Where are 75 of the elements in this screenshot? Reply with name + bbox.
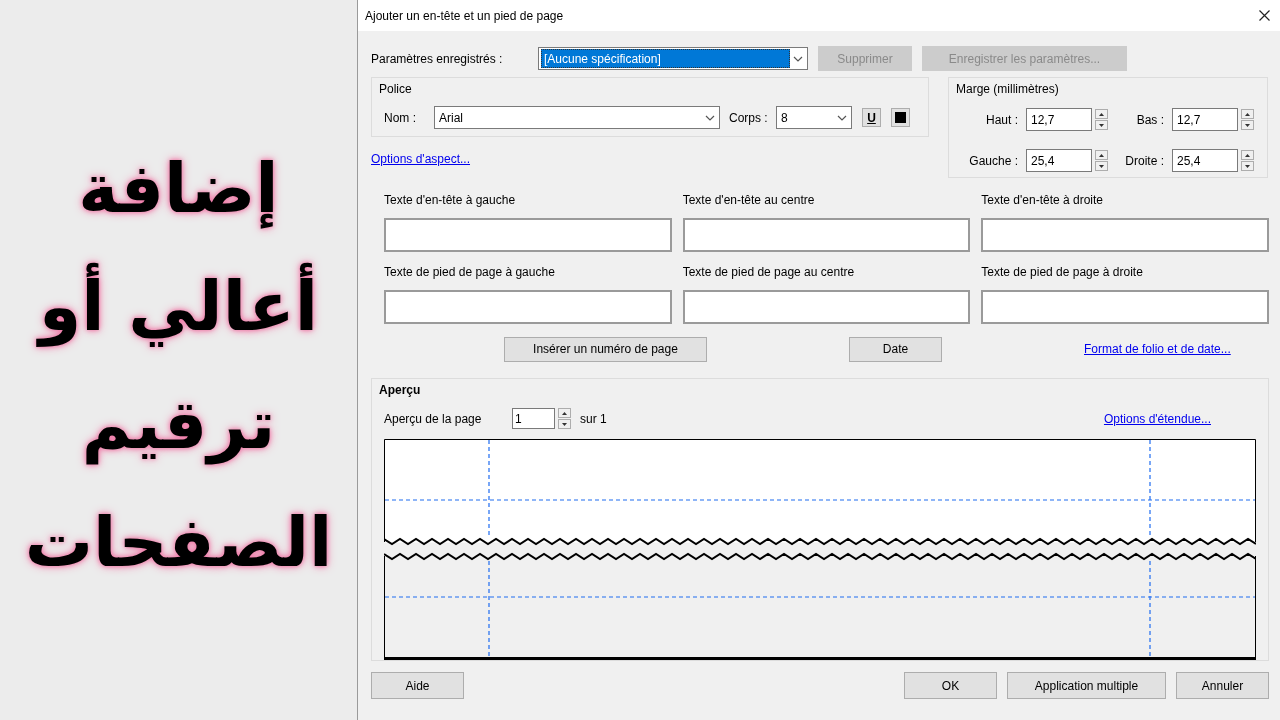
triangle-down-icon (562, 422, 567, 426)
field-label: Texte d'en-tête à gauche (384, 192, 517, 209)
triangle-down-icon (1245, 164, 1250, 168)
dropdown-value: Arial (439, 109, 464, 127)
text-input[interactable] (384, 218, 672, 252)
spin-down-button[interactable] (1241, 161, 1254, 171)
field-label: Texte de pied de page à droite (981, 264, 1144, 281)
dropdown-value: [Aucune spécification] (541, 49, 790, 68)
dialog-button[interactable]: Aide (371, 672, 464, 699)
text-input[interactable] (981, 290, 1269, 324)
font-name-dropdown[interactable]: Arial (434, 106, 720, 129)
dialog-button[interactable]: Application multiple (1007, 672, 1166, 699)
text-input[interactable] (682, 290, 971, 324)
text-input[interactable] (384, 290, 672, 324)
page-count-text: sur 1 (580, 410, 607, 428)
field-label: Paramètres enregistrés : (371, 50, 504, 68)
margin-label: Droite : (1124, 152, 1165, 170)
text-input[interactable] (981, 218, 1269, 252)
spin-down-button[interactable] (558, 419, 571, 429)
margin-input[interactable]: 25,4 (1172, 149, 1238, 172)
headline-text: إضافة (78, 148, 279, 231)
field-label: Corps : (728, 109, 769, 127)
margin-input[interactable]: 12,7 (1026, 108, 1092, 131)
spin-down-button[interactable] (1095, 120, 1108, 130)
range-options-link[interactable]: Options d'étendue... (1103, 409, 1211, 428)
font-size-dropdown[interactable]: 8 (776, 106, 852, 129)
margin-input[interactable]: 25,4 (1026, 149, 1092, 172)
insert-page-number-button[interactable]: Insérer un numéro de page (504, 336, 707, 362)
field-label: Nom : (383, 109, 417, 127)
triangle-up-icon (1245, 153, 1250, 157)
close-icon (1258, 10, 1270, 21)
dialog-button[interactable]: OK (904, 672, 997, 699)
spin-down-button[interactable] (1241, 120, 1254, 130)
spin-down-button[interactable] (1095, 161, 1108, 171)
chevron-down-icon (793, 55, 803, 62)
spin-up-button[interactable] (1241, 109, 1254, 119)
color-swatch-icon (895, 112, 906, 123)
headline-text: ترقيم (81, 384, 276, 467)
headline-text: الصفحات (24, 502, 333, 584)
format-link[interactable]: Format de folio et de date... (1084, 340, 1231, 358)
color-button[interactable] (891, 108, 910, 127)
dropdown-value: 8 (781, 109, 789, 127)
date-button[interactable]: Date (849, 336, 942, 362)
window-title: Ajouter un en-tête et un pied de page (365, 7, 564, 25)
chevron-down-icon (705, 114, 715, 121)
field-label: Texte de pied de page au centre (682, 264, 856, 281)
saved-settings-dropdown[interactable]: [Aucune spécification] (538, 47, 808, 70)
spin-up-button[interactable] (1241, 150, 1254, 160)
triangle-down-icon (1245, 123, 1250, 127)
triangle-up-icon (1099, 153, 1104, 157)
field-label: Aperçu de la page (384, 410, 483, 428)
appearance-options-link[interactable]: Options d'aspect... (371, 150, 470, 168)
triangle-up-icon (1099, 112, 1104, 116)
margin-label: Bas : (1135, 111, 1165, 129)
triangle-down-icon (1099, 164, 1104, 168)
field-label: Texte de pied de page à gauche (384, 264, 556, 281)
margin-label: Haut : (985, 111, 1019, 129)
dialog-button[interactable]: Annuler (1176, 672, 1269, 699)
field-label: Texte d'en-tête à droite (981, 192, 1105, 209)
field-label: Texte d'en-tête au centre (682, 192, 816, 209)
triangle-up-icon (562, 411, 567, 415)
underline-button[interactable]: U (862, 108, 881, 127)
page-number-input[interactable]: 1 (512, 408, 555, 429)
triangle-down-icon (1099, 123, 1104, 127)
spin-up-button[interactable] (1095, 109, 1108, 119)
group-title: Police (379, 81, 413, 98)
margin-input[interactable]: 12,7 (1172, 108, 1238, 131)
group-title: Aperçu (379, 382, 422, 399)
spin-up-button[interactable] (1095, 150, 1108, 160)
triangle-up-icon (1245, 112, 1250, 116)
margin-label: Gauche : (968, 152, 1019, 170)
spin-up-button[interactable] (558, 408, 571, 418)
group-title: Marge (millimètres) (956, 81, 1060, 98)
chevron-down-icon (837, 114, 847, 121)
text-input[interactable] (682, 218, 971, 252)
